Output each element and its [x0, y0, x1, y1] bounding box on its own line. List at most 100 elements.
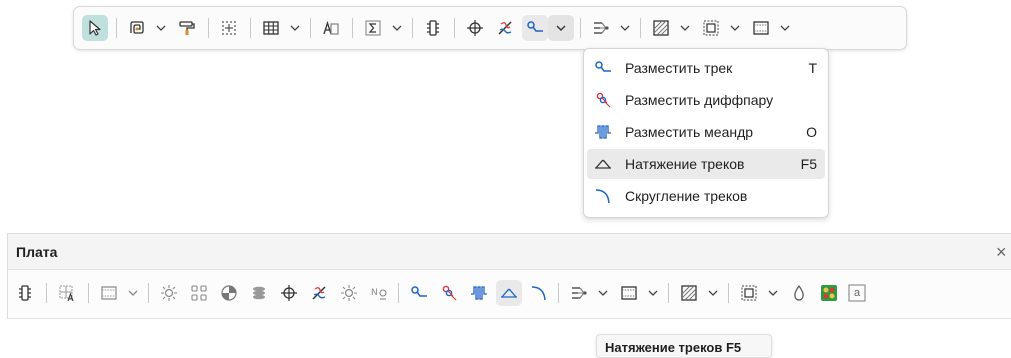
teardrop-button[interactable] — [786, 280, 812, 306]
polygon-button[interactable] — [676, 280, 702, 306]
separator — [640, 18, 641, 38]
keepout-button[interactable] — [736, 280, 762, 306]
dimension-button[interactable] — [360, 15, 386, 41]
diff-pair-icon — [591, 88, 615, 112]
track-rounding-button[interactable] — [526, 280, 552, 306]
graphic-dropdown-chevron[interactable] — [152, 18, 170, 38]
component-button[interactable] — [420, 15, 446, 41]
route-track-icon — [591, 56, 615, 80]
pad-array-button[interactable] — [186, 280, 212, 306]
keepout-button[interactable] — [698, 15, 724, 41]
net-tools-button[interactable] — [566, 280, 592, 306]
net-tools-button[interactable] — [588, 15, 614, 41]
separator — [148, 283, 149, 303]
text-box-icon — [322, 19, 340, 37]
separator — [208, 18, 209, 38]
track-rounding-icon — [530, 284, 548, 302]
board-button[interactable] — [96, 280, 122, 306]
chevron-down-icon — [620, 25, 630, 31]
fiducial-button[interactable] — [216, 280, 242, 306]
route-track-icon — [410, 284, 428, 302]
dotted-grid-icon — [220, 19, 238, 37]
board-3d-button[interactable] — [816, 280, 842, 306]
pad-grid-icon — [190, 284, 208, 302]
component-button[interactable] — [12, 280, 38, 306]
number-sign-icon: N — [370, 284, 388, 302]
board-panel-toolbar: N a — [7, 269, 1011, 319]
net-branches-icon — [570, 284, 588, 302]
via-button[interactable] — [276, 280, 302, 306]
board-outline-dropdown-chevron[interactable] — [644, 283, 662, 303]
board-button[interactable] — [748, 15, 774, 41]
select-tool-button[interactable] — [82, 15, 108, 41]
route-track-dropdown-chevron[interactable] — [548, 15, 574, 41]
track-tension-button[interactable] — [496, 280, 522, 306]
meander-icon — [591, 120, 615, 144]
place-diff-pair-button[interactable] — [436, 280, 462, 306]
numbering-button[interactable]: N — [366, 280, 392, 306]
chevron-down-icon — [392, 25, 402, 31]
grid-text-icon — [58, 284, 76, 302]
droplet-icon — [790, 284, 808, 302]
via-button[interactable] — [462, 15, 488, 41]
board-dropdown-chevron[interactable] — [124, 283, 142, 303]
snap-grid-button[interactable] — [216, 15, 242, 41]
polygon-dropdown-chevron[interactable] — [704, 283, 722, 303]
board-outline-icon — [752, 19, 770, 37]
pcb-tools-button[interactable] — [306, 280, 332, 306]
separator — [668, 283, 669, 303]
svg-text:N: N — [371, 288, 378, 298]
layers-button[interactable] — [246, 280, 272, 306]
chevron-down-icon — [156, 25, 166, 31]
place-meander-button[interactable] — [466, 280, 492, 306]
layers-icon — [250, 284, 268, 302]
drc-button[interactable] — [156, 280, 182, 306]
track-rounding-icon — [591, 184, 615, 208]
format-painter-button[interactable] — [174, 15, 200, 41]
chevron-down-icon — [128, 290, 138, 296]
close-icon[interactable]: × — [996, 242, 1011, 262]
graphic-tool-button[interactable] — [124, 15, 150, 41]
ref-designator-label: a — [853, 287, 861, 299]
menu-item-place-diff-pair[interactable]: Разместить диффпару — [587, 85, 825, 115]
separator — [88, 283, 89, 303]
menu-item-place-meander[interactable]: Разместить меандр O — [587, 117, 825, 147]
place-track-button[interactable] — [406, 280, 432, 306]
keepout-dropdown-chevron[interactable] — [764, 283, 782, 303]
table-button[interactable] — [258, 15, 284, 41]
polygon-dropdown-chevron[interactable] — [676, 18, 694, 38]
menu-item-shortcut: F5 — [800, 156, 817, 172]
separator — [728, 283, 729, 303]
menu-item-track-tension[interactable]: Натяжение треков F5 — [587, 149, 825, 179]
board-dropdown-chevron[interactable] — [776, 18, 794, 38]
net-tools-dropdown-chevron[interactable] — [616, 18, 634, 38]
menu-item-track-rounding[interactable]: Скругление треков — [587, 181, 825, 211]
diff-pair-icon — [440, 284, 458, 302]
component-pins-icon — [16, 284, 34, 302]
dimension-dropdown-chevron[interactable] — [388, 18, 406, 38]
table-dropdown-chevron[interactable] — [286, 18, 304, 38]
panel-title: Плата — [16, 244, 58, 260]
board-outline-button[interactable] — [616, 280, 642, 306]
net-tools-dropdown-chevron[interactable] — [594, 283, 612, 303]
pcb-colored-icon — [820, 284, 838, 302]
text-button[interactable] — [318, 15, 344, 41]
chevron-down-icon — [680, 25, 690, 31]
chevron-down-icon — [730, 25, 740, 31]
reference-designator-button[interactable]: a — [844, 280, 870, 306]
pcb-tools-button[interactable] — [492, 15, 518, 41]
clearance-button[interactable] — [336, 280, 362, 306]
paint-roller-icon — [178, 19, 196, 37]
sigma-box-icon — [364, 19, 382, 37]
route-track-button[interactable] — [522, 15, 548, 41]
chevron-down-icon — [598, 290, 608, 296]
crosshair-via-icon — [466, 19, 484, 37]
polygon-button[interactable] — [648, 15, 674, 41]
crosshair-via-icon — [280, 284, 298, 302]
separator — [454, 18, 455, 38]
menu-item-label: Разместить трек — [625, 60, 733, 76]
keepout-dropdown-chevron[interactable] — [726, 18, 744, 38]
route-track-icon — [526, 19, 544, 37]
add-text-button[interactable] — [54, 280, 80, 306]
menu-item-place-track[interactable]: Разместить трек T — [587, 53, 825, 83]
